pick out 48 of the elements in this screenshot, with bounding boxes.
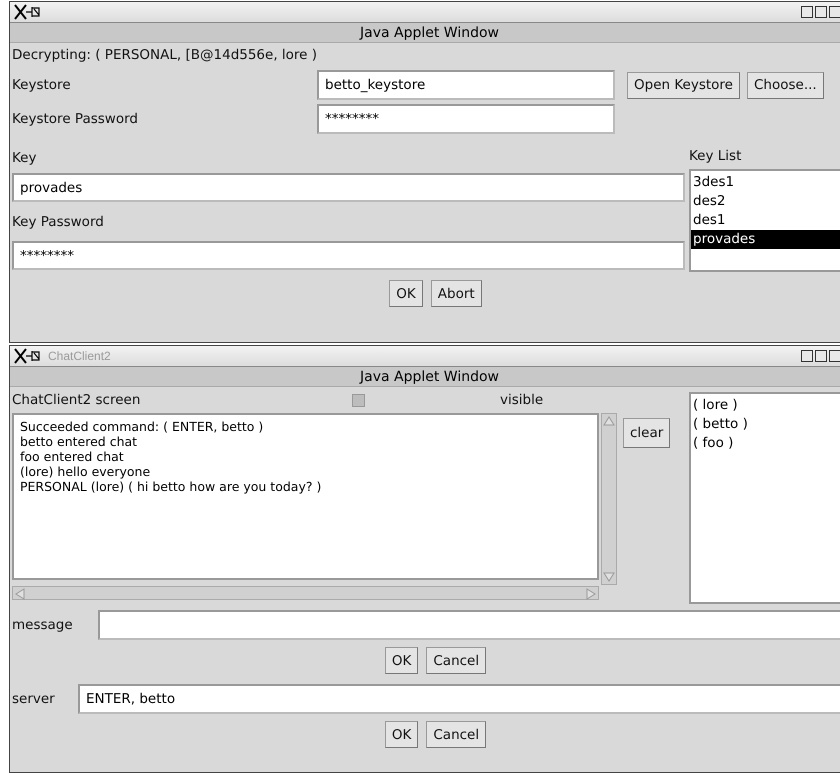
field-label: Keystore Password: [12, 111, 139, 127]
list-item[interactable]: provades: [691, 230, 840, 249]
minimize-button[interactable]: [801, 6, 813, 18]
field-label: Key: [12, 150, 36, 166]
password-field[interactable]: ********: [317, 104, 615, 134]
list-item[interactable]: des1: [691, 211, 840, 230]
field-label: message: [12, 617, 74, 633]
chat-log[interactable]: Succeeded command: ( ENTER, betto ) betto entered chat foo entered chat (lore) hello everyone PERSONAL (lore) ( hi betto how are you today? ): [12, 413, 599, 580]
list-item[interactable]: 3des1: [691, 173, 840, 192]
maximize-button[interactable]: [815, 6, 827, 18]
chat-line: foo entered chat: [20, 449, 125, 464]
list-label: Key List: [689, 148, 742, 164]
choose-button[interactable]: Choose...: [746, 72, 824, 98]
list-item[interactable]: ( lore ): [691, 396, 840, 415]
maximize-button[interactable]: [815, 350, 827, 362]
chat-line: PERSONAL (lore) ( hi betto how are you today? ): [20, 479, 322, 494]
chat-line: (lore) hello everyone: [20, 464, 152, 479]
applet-banner: Java Applet Window: [10, 367, 840, 387]
ok-button[interactable]: OK: [389, 280, 423, 307]
applet-banner: Java Applet Window: [10, 23, 840, 43]
field-label: Keystore: [12, 77, 72, 93]
key-field[interactable]: provades: [12, 173, 685, 202]
password-field[interactable]: ********: [12, 241, 685, 270]
server-field[interactable]: ENTER, betto: [78, 684, 840, 714]
minimize-button[interactable]: [801, 350, 813, 362]
open-keystore-button[interactable]: Open Keystore: [627, 72, 740, 98]
list-item[interactable]: ( foo ): [691, 434, 840, 453]
message-field[interactable]: [98, 610, 840, 640]
visible-checkbox[interactable]: [352, 394, 365, 406]
ok-button[interactable]: OK: [384, 721, 418, 748]
checkbox-label: visible: [500, 392, 544, 408]
field-label: Key Password: [12, 214, 104, 230]
list-item[interactable]: des2: [691, 192, 840, 211]
keystore-field[interactable]: betto_keystore: [317, 70, 615, 100]
window-title: ChatClient2: [48, 349, 111, 363]
screen-label: ChatClient2 screen: [12, 392, 142, 408]
list-item[interactable]: ( betto ): [691, 415, 840, 434]
status-text: Decrypting: ( PERSONAL, [B@14d556e, lore ): [12, 47, 318, 63]
close-button[interactable]: [829, 350, 840, 362]
cancel-button[interactable]: Cancel: [426, 647, 486, 674]
close-button[interactable]: [829, 6, 840, 18]
clear-button[interactable]: clear: [623, 418, 670, 448]
cancel-button[interactable]: Cancel: [426, 721, 486, 748]
field-label: server: [12, 691, 56, 707]
chat-line: Succeeded command: ( ENTER, betto ): [20, 419, 264, 434]
abort-button[interactable]: Abort: [430, 280, 482, 307]
ok-button[interactable]: OK: [384, 647, 418, 674]
chat-line: betto entered chat: [20, 434, 138, 449]
